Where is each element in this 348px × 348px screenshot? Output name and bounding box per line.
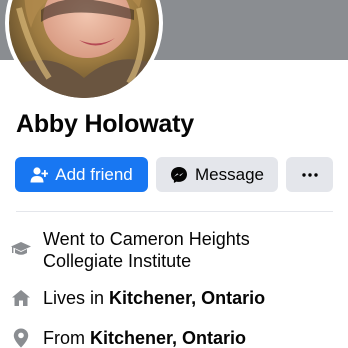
section-divider [16, 211, 333, 212]
education-line-2: Collegiate Institute [43, 251, 192, 271]
home-icon [10, 287, 32, 309]
intro-lives-in: Lives in Kitchener, Ontario [10, 287, 265, 309]
profile-name: Abby Holowaty [16, 110, 194, 138]
location-pin-icon [10, 327, 32, 348]
lives-in-prefix: Lives in [43, 288, 110, 308]
message-label: Message [195, 164, 264, 184]
messenger-icon [171, 166, 187, 183]
lives-in-place[interactable]: Kitchener, Ontario [109, 288, 265, 308]
more-dots-icon [301, 172, 318, 177]
education-text: Went to Cameron Heights Collegiate Insti… [43, 228, 250, 272]
from-prefix: From [43, 328, 90, 348]
intro-from: From Kitchener, Ontario [10, 327, 246, 348]
add-friend-icon [30, 166, 49, 182]
more-options-button[interactable] [286, 157, 333, 192]
profile-picture-frame [5, 0, 163, 102]
intro-education: Went to Cameron Heights Collegiate Insti… [10, 228, 250, 272]
message-button[interactable]: Message [156, 157, 278, 192]
graduation-cap-icon [10, 238, 32, 260]
education-line-1: Went to Cameron Heights [43, 229, 250, 249]
add-friend-button[interactable]: Add friend [15, 157, 148, 192]
add-friend-label: Add friend [55, 164, 133, 184]
profile-photo-image [9, 0, 159, 98]
profile-picture[interactable] [9, 0, 159, 98]
from-place[interactable]: Kitchener, Ontario [90, 328, 246, 348]
